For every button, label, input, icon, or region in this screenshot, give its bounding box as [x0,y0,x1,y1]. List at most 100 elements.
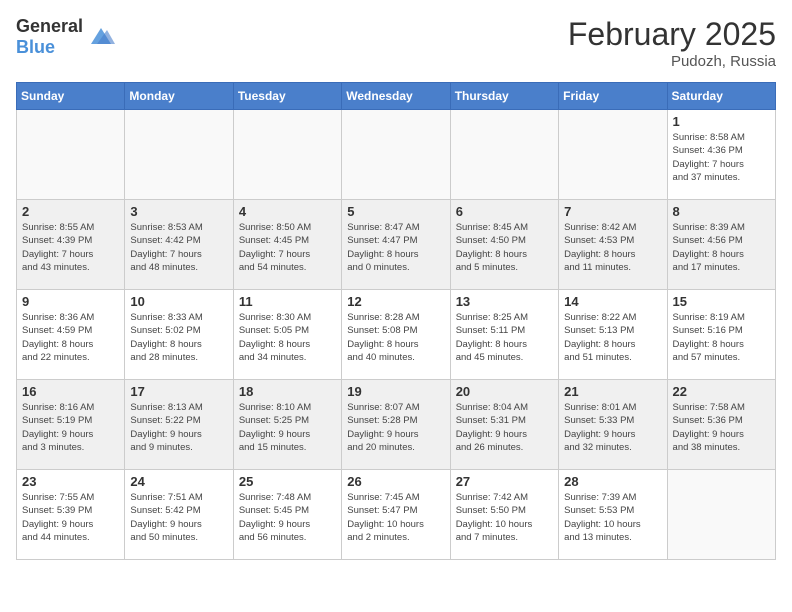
day-number: 21 [564,384,661,399]
day-info: Sunrise: 7:39 AM Sunset: 5:53 PM Dayligh… [564,491,661,544]
day-info: Sunrise: 7:55 AM Sunset: 5:39 PM Dayligh… [22,491,119,544]
day-info: Sunrise: 7:42 AM Sunset: 5:50 PM Dayligh… [456,491,553,544]
day-number: 7 [564,204,661,219]
day-info: Sunrise: 8:42 AM Sunset: 4:53 PM Dayligh… [564,221,661,274]
weekday-header-tuesday: Tuesday [233,83,341,110]
day-number: 3 [130,204,227,219]
day-info: Sunrise: 8:39 AM Sunset: 4:56 PM Dayligh… [673,221,770,274]
location-title: Pudozh, Russia [568,53,776,70]
calendar-day-cell: 25 Sunrise: 7:48 AM Sunset: 5:45 PM Dayli… [233,470,341,560]
day-number: 27 [456,474,553,489]
calendar-week-row: 1 Sunrise: 8:58 AM Sunset: 4:36 PM Daylig… [17,110,776,200]
day-info: Sunrise: 8:50 AM Sunset: 4:45 PM Dayligh… [239,221,336,274]
weekday-header-wednesday: Wednesday [342,83,450,110]
day-number: 4 [239,204,336,219]
calendar-day-cell: 26 Sunrise: 7:45 AM Sunset: 5:47 PM Dayli… [342,470,450,560]
logo: General Blue [16,16,115,58]
day-number: 26 [347,474,444,489]
calendar-day-cell: 27 Sunrise: 7:42 AM Sunset: 5:50 PM Dayli… [450,470,558,560]
day-number: 9 [22,294,119,309]
weekday-header-row: SundayMondayTuesdayWednesdayThursdayFrid… [17,83,776,110]
day-number: 10 [130,294,227,309]
day-info: Sunrise: 8:13 AM Sunset: 5:22 PM Dayligh… [130,401,227,454]
calendar-day-cell: 23 Sunrise: 7:55 AM Sunset: 5:39 PM Dayli… [17,470,125,560]
weekday-header-saturday: Saturday [667,83,775,110]
day-number: 25 [239,474,336,489]
calendar-day-cell: 10 Sunrise: 8:33 AM Sunset: 5:02 PM Dayli… [125,290,233,380]
calendar-week-row: 16Sunrise: 8:16 AM Sunset: 5:19 PM Dayli… [17,380,776,470]
calendar-day-cell: 18Sunrise: 8:10 AM Sunset: 5:25 PM Dayli… [233,380,341,470]
day-info: Sunrise: 8:25 AM Sunset: 5:11 PM Dayligh… [456,311,553,364]
logo-icon [87,26,115,48]
calendar-day-cell [342,110,450,200]
day-info: Sunrise: 8:55 AM Sunset: 4:39 PM Dayligh… [22,221,119,274]
calendar-day-cell: 22Sunrise: 7:58 AM Sunset: 5:36 PM Dayli… [667,380,775,470]
calendar-day-cell [450,110,558,200]
calendar-day-cell: 11 Sunrise: 8:30 AM Sunset: 5:05 PM Dayli… [233,290,341,380]
day-info: Sunrise: 7:48 AM Sunset: 5:45 PM Dayligh… [239,491,336,544]
calendar-day-cell: 5 Sunrise: 8:47 AM Sunset: 4:47 PM Daylig… [342,200,450,290]
calendar-day-cell: 15 Sunrise: 8:19 AM Sunset: 5:16 PM Dayli… [667,290,775,380]
day-info: Sunrise: 8:16 AM Sunset: 5:19 PM Dayligh… [22,401,119,454]
day-info: Sunrise: 8:36 AM Sunset: 4:59 PM Dayligh… [22,311,119,364]
calendar-day-cell: 28 Sunrise: 7:39 AM Sunset: 5:53 PM Dayli… [559,470,667,560]
calendar-week-row: 9 Sunrise: 8:36 AM Sunset: 4:59 PM Daylig… [17,290,776,380]
calendar-day-cell: 3 Sunrise: 8:53 AM Sunset: 4:42 PM Daylig… [125,200,233,290]
day-number: 11 [239,294,336,309]
day-number: 13 [456,294,553,309]
calendar-day-cell: 19Sunrise: 8:07 AM Sunset: 5:28 PM Dayli… [342,380,450,470]
calendar-day-cell: 8 Sunrise: 8:39 AM Sunset: 4:56 PM Daylig… [667,200,775,290]
day-number: 24 [130,474,227,489]
calendar-day-cell [559,110,667,200]
day-number: 19 [347,384,444,399]
day-info: Sunrise: 7:45 AM Sunset: 5:47 PM Dayligh… [347,491,444,544]
calendar-day-cell: 13 Sunrise: 8:25 AM Sunset: 5:11 PM Dayli… [450,290,558,380]
day-info: Sunrise: 8:47 AM Sunset: 4:47 PM Dayligh… [347,221,444,274]
weekday-header-sunday: Sunday [17,83,125,110]
title-block: February 2025 Pudozh, Russia [568,16,776,70]
day-info: Sunrise: 8:53 AM Sunset: 4:42 PM Dayligh… [130,221,227,274]
weekday-header-thursday: Thursday [450,83,558,110]
day-number: 1 [673,114,770,129]
month-title: February 2025 [568,16,776,53]
logo-text: General Blue [16,16,83,58]
day-number: 8 [673,204,770,219]
day-number: 6 [456,204,553,219]
day-info: Sunrise: 8:45 AM Sunset: 4:50 PM Dayligh… [456,221,553,274]
calendar-day-cell: 1 Sunrise: 8:58 AM Sunset: 4:36 PM Daylig… [667,110,775,200]
calendar-day-cell [125,110,233,200]
calendar-day-cell: 14 Sunrise: 8:22 AM Sunset: 5:13 PM Dayli… [559,290,667,380]
calendar-table: SundayMondayTuesdayWednesdayThursdayFrid… [16,82,776,560]
day-info: Sunrise: 8:30 AM Sunset: 5:05 PM Dayligh… [239,311,336,364]
calendar-week-row: 23 Sunrise: 7:55 AM Sunset: 5:39 PM Dayli… [17,470,776,560]
calendar-day-cell: 9 Sunrise: 8:36 AM Sunset: 4:59 PM Daylig… [17,290,125,380]
day-number: 17 [130,384,227,399]
calendar-day-cell: 17 Sunrise: 8:13 AM Sunset: 5:22 PM Dayli… [125,380,233,470]
day-info: Sunrise: 8:19 AM Sunset: 5:16 PM Dayligh… [673,311,770,364]
weekday-header-monday: Monday [125,83,233,110]
day-info: Sunrise: 8:10 AM Sunset: 5:25 PM Dayligh… [239,401,336,454]
day-info: Sunrise: 8:28 AM Sunset: 5:08 PM Dayligh… [347,311,444,364]
day-info: Sunrise: 7:58 AM Sunset: 5:36 PM Dayligh… [673,401,770,454]
day-number: 23 [22,474,119,489]
day-number: 15 [673,294,770,309]
day-number: 20 [456,384,553,399]
day-number: 5 [347,204,444,219]
calendar-day-cell [233,110,341,200]
day-number: 14 [564,294,661,309]
calendar-day-cell: 24Sunrise: 7:51 AM Sunset: 5:42 PM Dayli… [125,470,233,560]
calendar-day-cell: 20 Sunrise: 8:04 AM Sunset: 5:31 PM Dayli… [450,380,558,470]
calendar-day-cell: 21Sunrise: 8:01 AM Sunset: 5:33 PM Dayli… [559,380,667,470]
day-info: Sunrise: 8:22 AM Sunset: 5:13 PM Dayligh… [564,311,661,364]
weekday-header-friday: Friday [559,83,667,110]
day-info: Sunrise: 8:58 AM Sunset: 4:36 PM Dayligh… [673,131,770,184]
day-info: Sunrise: 8:04 AM Sunset: 5:31 PM Dayligh… [456,401,553,454]
day-number: 12 [347,294,444,309]
calendar-week-row: 2Sunrise: 8:55 AM Sunset: 4:39 PM Daylig… [17,200,776,290]
day-number: 28 [564,474,661,489]
calendar-day-cell: 7 Sunrise: 8:42 AM Sunset: 4:53 PM Daylig… [559,200,667,290]
calendar-day-cell: 2Sunrise: 8:55 AM Sunset: 4:39 PM Daylig… [17,200,125,290]
calendar-day-cell [667,470,775,560]
day-info: Sunrise: 8:33 AM Sunset: 5:02 PM Dayligh… [130,311,227,364]
calendar-day-cell: 6 Sunrise: 8:45 AM Sunset: 4:50 PM Daylig… [450,200,558,290]
